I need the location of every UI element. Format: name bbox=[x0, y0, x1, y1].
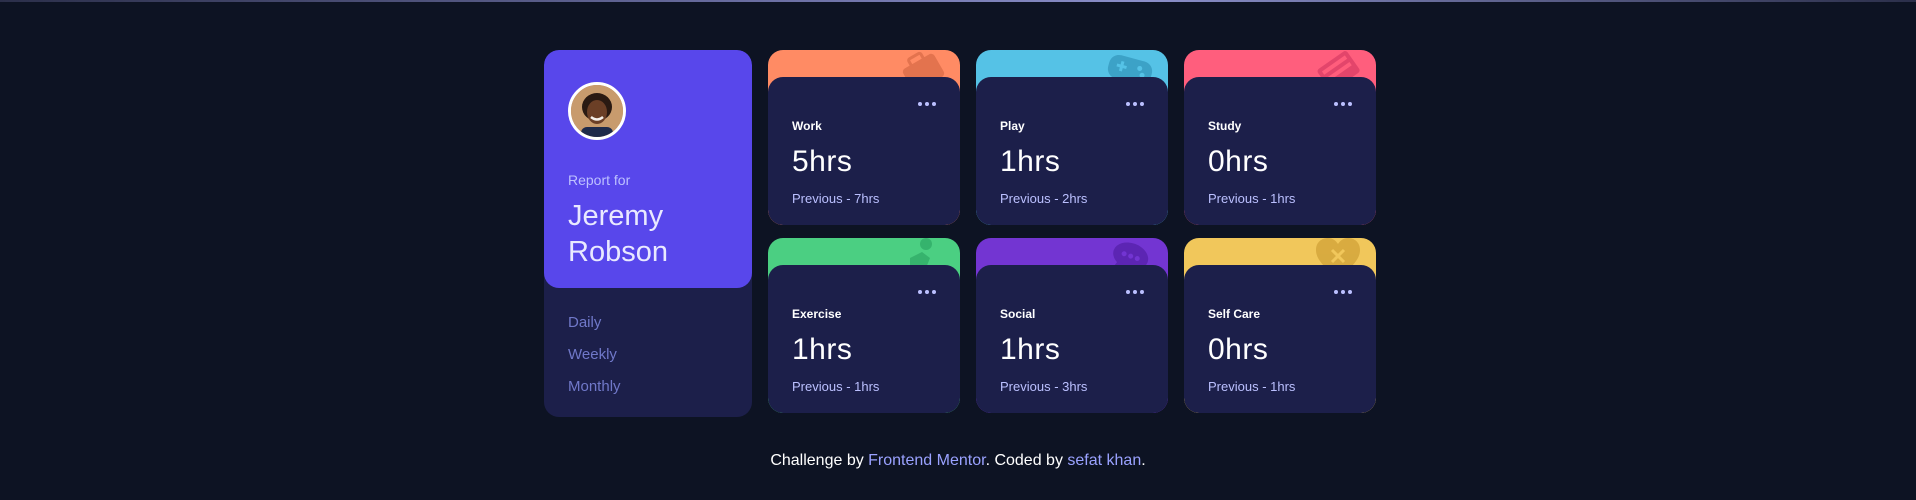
card-body[interactable]: Self Care 0hrs Previous - 1hrs bbox=[1184, 265, 1376, 413]
top-border bbox=[0, 0, 1916, 2]
period-weekly[interactable]: Weekly bbox=[568, 346, 617, 363]
card-hours: 0hrs bbox=[1208, 145, 1269, 178]
card-body[interactable]: Social 1hrs Previous - 3hrs bbox=[976, 265, 1168, 413]
card-previous: Previous - 1hrs bbox=[1208, 379, 1296, 394]
card-self-care: Self Care 0hrs Previous - 1hrs bbox=[1184, 238, 1376, 413]
card-hours: 1hrs bbox=[1000, 333, 1061, 366]
attribution-middle: . Coded by bbox=[985, 452, 1068, 469]
profile-header: Report for Jeremy Robson bbox=[544, 50, 752, 288]
card-title: Play bbox=[1000, 119, 1025, 133]
card-previous: Previous - 7hrs bbox=[792, 191, 880, 206]
card-title: Exercise bbox=[792, 307, 842, 321]
card-study: Study 0hrs Previous - 1hrs bbox=[1184, 50, 1376, 225]
card-body[interactable]: Play 1hrs Previous - 2hrs bbox=[976, 77, 1168, 225]
card-previous: Previous - 1hrs bbox=[792, 379, 880, 394]
card-previous: Previous - 2hrs bbox=[1000, 191, 1088, 206]
period-monthly[interactable]: Monthly bbox=[568, 378, 621, 395]
author-link[interactable]: sefat khan bbox=[1067, 452, 1141, 469]
card-exercise: Exercise 1hrs Previous - 1hrs bbox=[768, 238, 960, 413]
ellipsis-icon[interactable] bbox=[1334, 287, 1352, 297]
card-social: Social 1hrs Previous - 3hrs bbox=[976, 238, 1168, 413]
card-title: Work bbox=[792, 119, 822, 133]
card-play: Play 1hrs Previous - 2hrs bbox=[976, 50, 1168, 225]
frontend-mentor-link[interactable]: Frontend Mentor bbox=[868, 452, 985, 469]
ellipsis-icon[interactable] bbox=[1126, 287, 1144, 297]
card-hours: 5hrs bbox=[792, 145, 853, 178]
time-tracking-dashboard: Report for Jeremy Robson Daily Weekly Mo… bbox=[544, 50, 1377, 417]
card-title: Self Care bbox=[1208, 307, 1261, 321]
profile-card: Report for Jeremy Robson Daily Weekly Mo… bbox=[544, 50, 752, 417]
ellipsis-icon[interactable] bbox=[1334, 99, 1352, 109]
card-previous: Previous - 3hrs bbox=[1000, 379, 1088, 394]
card-hours: 1hrs bbox=[792, 333, 853, 366]
card-hours: 1hrs bbox=[1000, 145, 1061, 178]
ellipsis-icon[interactable] bbox=[1126, 99, 1144, 109]
card-work: Work 5hrs Previous - 7hrs bbox=[768, 50, 960, 225]
card-title: Social bbox=[1000, 307, 1036, 321]
ellipsis-icon[interactable] bbox=[918, 99, 936, 109]
report-for-label: Report for bbox=[568, 172, 631, 188]
avatar bbox=[568, 82, 626, 140]
card-body[interactable]: Study 0hrs Previous - 1hrs bbox=[1184, 77, 1376, 225]
card-hours: 0hrs bbox=[1208, 333, 1269, 366]
period-daily[interactable]: Daily bbox=[568, 314, 601, 331]
avatar-image bbox=[571, 85, 623, 137]
card-previous: Previous - 1hrs bbox=[1208, 191, 1296, 206]
user-name: Jeremy Robson bbox=[568, 200, 668, 268]
ellipsis-icon[interactable] bbox=[918, 287, 936, 297]
card-body[interactable]: Exercise 1hrs Previous - 1hrs bbox=[768, 265, 960, 413]
card-body[interactable]: Work 5hrs Previous - 7hrs bbox=[768, 77, 960, 225]
attribution-prefix: Challenge by bbox=[770, 452, 869, 469]
card-title: Study bbox=[1208, 119, 1242, 133]
attribution-suffix: . bbox=[1141, 452, 1146, 469]
attribution-footer: Challenge by Frontend Mentor. Coded by s… bbox=[0, 452, 1916, 470]
